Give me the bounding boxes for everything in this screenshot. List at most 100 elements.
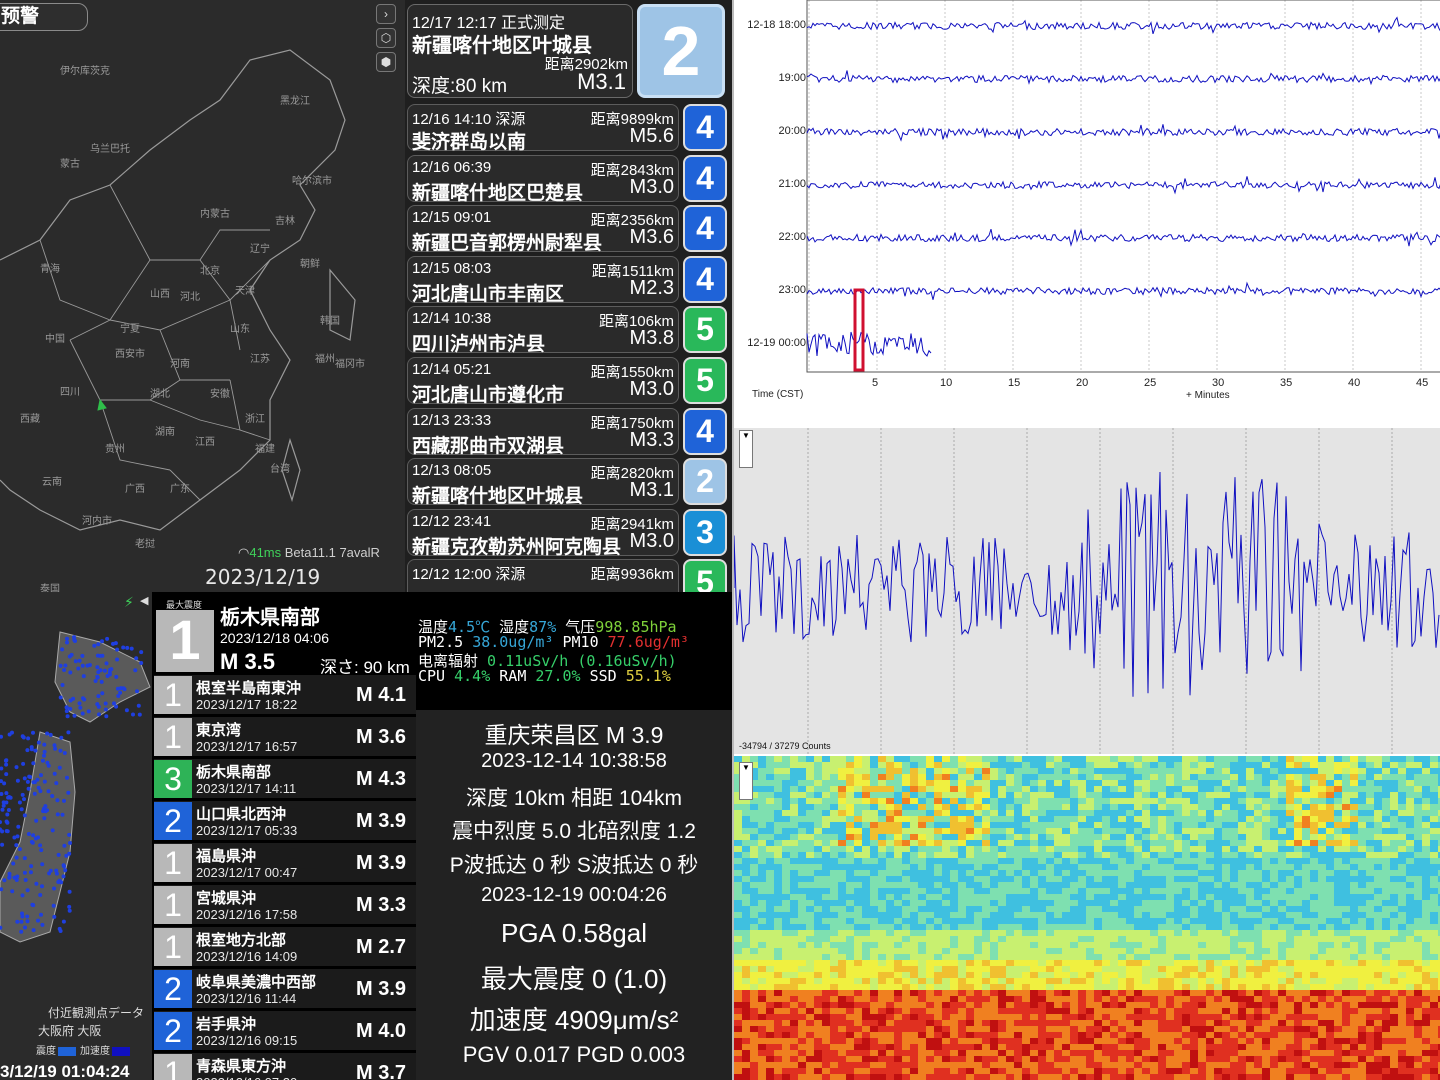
place-label: 朝鲜 (300, 259, 320, 270)
spectrogram-cell (966, 1026, 974, 1032)
spectrogram-cell (1230, 852, 1238, 858)
spectrogram-cell (782, 1032, 790, 1038)
spectrogram-cell (870, 1032, 878, 1038)
cn-quake-row[interactable]: 12/14 05:21 距离1550km 河北唐山市遵化市 M3.0 5 (407, 357, 727, 406)
spectrogram-cell (1422, 996, 1430, 1002)
cn-quake-card[interactable]: 12/14 05:21 距离1550km 河北唐山市遵化市 M3.0 (407, 357, 679, 406)
cn-quake-list[interactable]: 12/17 12:17 正式测定 新疆喀什地区叶城县 距离2902km 深度:8… (405, 0, 732, 592)
spectrogram-cell (1166, 924, 1174, 930)
spectrogram-cell (838, 1032, 846, 1038)
spectrogram-cell (1398, 1038, 1406, 1044)
japan-map-panel[interactable]: ⚡ ◀ 付近観測点データ 大阪府 大阪 震度 加速度 3/12/19 01:04:… (0, 592, 152, 1080)
spectrogram-cell (1398, 948, 1406, 954)
spectrogram-cell (774, 834, 782, 840)
cn-quake-card[interactable]: 12/16 14:10 深源 距离9899km 斐济群岛以南 M5.6 (407, 104, 679, 153)
spectrogram-cell (1166, 756, 1174, 762)
spectrogram-cell (1294, 882, 1302, 888)
spectrogram-cell (1070, 834, 1078, 840)
china-map-panel[interactable]: 伊尔库茨克 乌兰巴托 蒙古 黑龙江 哈尔滨市 吉林 内蒙古 辽宁 北京 朝鲜 韩国 天津 河北 山西 宁夏西… (0, 0, 405, 592)
cn-quake-card[interactable]: 12/13 08:05 距离2820km 新疆喀什地区叶城县 M3.1 (407, 458, 679, 507)
cn-quake-row[interactable]: 12/13 23:33 距离1750km 西藏那曲市双湖县 M3.3 4 (407, 407, 727, 457)
cn-quake-card[interactable]: 12/16 06:39 距离2843km 新疆喀什地区巴楚县 M3.0 (407, 154, 679, 204)
quake-distance: 距离9936km (590, 566, 674, 584)
spectrogram-cell (1430, 834, 1438, 840)
spectrogram-plot[interactable] (734, 756, 1440, 1080)
spectrogram-cell (982, 888, 990, 894)
spectrogram-cell (1302, 858, 1310, 864)
spectrogram-cell (1126, 1044, 1134, 1050)
spectrogram-cell (1262, 1002, 1270, 1008)
cn-quake-card[interactable]: 12/15 08:03 距离1511km 河北唐山市丰南区 M2.3 (407, 255, 679, 305)
alert-mode-button[interactable]: 预警 (0, 3, 88, 31)
waveform-panel[interactable]: ▼ -34794 / 37279 Counts (732, 408, 1440, 756)
spectrogram-cell (1374, 1008, 1382, 1014)
spectrogram-cell (1134, 900, 1142, 906)
cn-quake-card[interactable]: 12/12 23:41 距离2941km 新疆克孜勒苏州阿克陶县 M3.0 (407, 508, 679, 558)
spectrogram-cell (1102, 972, 1110, 978)
jma-quake-row[interactable]: 3 栃木県南部 2023/12/17 14:11 M 4.3 (154, 758, 416, 798)
spectrogram-cell (766, 948, 774, 954)
waveform-marker-handle[interactable]: ▼ (739, 430, 753, 468)
cn-quake-card[interactable]: 12/13 23:33 距离1750km 西藏那曲市双湖县 M3.3 (407, 407, 679, 457)
station-dot (53, 746, 58, 751)
jma-quake-list[interactable]: 最大震度 1 栃木県南部 2023/12/18 04:06 M 3.5 深さ: … (152, 592, 416, 1080)
cn-quake-card[interactable]: 12/15 09:01 距离2356km 新疆巴音郭楞州尉犁县 M3.6 (407, 205, 679, 254)
spectrogram-cell (1334, 1014, 1342, 1020)
cn-quake-row[interactable]: 12/12 12:00 深源 距离9936km 5 (407, 559, 727, 592)
jma-quake-row[interactable]: 1 福島県沖 2023/12/17 00:47 M 3.9 (154, 842, 416, 882)
spectrogram-cell (918, 822, 926, 828)
spectrogram-cell (1030, 984, 1038, 990)
china-map[interactable] (0, 0, 405, 592)
spectrogram-cell (1134, 792, 1142, 798)
spectrogram-cell (974, 804, 982, 810)
jma-quake-row[interactable]: 2 岩手県沖 2023/12/16 09:15 M 4.0 (154, 1010, 416, 1050)
jma-latest-card[interactable]: 最大震度 1 栃木県南部 2023/12/18 04:06 M 3.5 深さ: … (154, 596, 416, 677)
waveform-plot[interactable] (734, 408, 1440, 756)
cn-quake-row[interactable]: 12/15 09:01 距离2356km 新疆巴音郭楞州尉犁县 M3.6 4 (407, 205, 727, 254)
spectrogram-cell (814, 1038, 822, 1044)
spectrogram-cell (998, 834, 1006, 840)
spectrogram-cell (974, 1014, 982, 1020)
expand-button[interactable]: › (376, 4, 396, 24)
jma-quake-row[interactable]: 1 東京湾 2023/12/17 16:57 M 3.6 (154, 716, 416, 756)
jma-quake-row[interactable]: 1 根室半島南東沖 2023/12/17 18:22 M 4.1 (154, 674, 416, 714)
cn-quake-card[interactable]: 12/12 12:00 深源 距离9936km (407, 559, 679, 592)
spectrogram-cell (1198, 1008, 1206, 1014)
spectrogram-cell (782, 852, 790, 858)
latest-quake-card[interactable]: 12/17 12:17 正式测定 新疆喀什地区叶城县 距离2902km 深度:8… (407, 4, 633, 98)
spectrogram-cell (1390, 918, 1398, 924)
helicorder-plot[interactable] (734, 0, 1440, 408)
spectrogram-cell (1334, 978, 1342, 984)
cn-quake-row[interactable]: 12/16 06:39 距离2843km 新疆喀什地区巴楚县 M3.0 4 (407, 154, 727, 204)
spectrogram-cell (1078, 984, 1086, 990)
spectrogram-cell (1294, 840, 1302, 846)
spectrogram-cell (1110, 924, 1118, 930)
cn-quake-row[interactable]: 12/16 14:10 深源 距离9899km 斐济群岛以南 M5.6 4 (407, 104, 727, 153)
jma-quake-row[interactable]: 2 岐阜県美濃中西部 2023/12/16 11:44 M 3.9 (154, 968, 416, 1008)
spectrogram-cell (1246, 810, 1254, 816)
station-dot (62, 751, 67, 755)
spectrogram-cell (1006, 954, 1014, 960)
helicorder-x-tick: 15 (1008, 377, 1021, 389)
cn-quake-card[interactable]: 12/14 10:38 距离106km 四川泸州市泸县 M3.8 (407, 306, 679, 355)
spectrogram-panel[interactable]: ▼ (732, 756, 1440, 1080)
spectrogram-cell (942, 978, 950, 984)
spectrogram-cell (1190, 1032, 1198, 1038)
settings-icon[interactable]: ⬢ (376, 52, 396, 72)
spectrogram-cell (846, 1008, 854, 1014)
cn-quake-row[interactable]: 12/13 08:05 距离2820km 新疆喀什地区叶城县 M3.1 2 (407, 458, 727, 507)
cn-quake-row[interactable]: 12/15 08:03 距离1511km 河北唐山市丰南区 M2.3 4 (407, 255, 727, 305)
jma-quake-row[interactable]: 1 根室地方北部 2023/12/16 14:09 M 2.7 (154, 926, 416, 966)
cn-quake-row[interactable]: 12/12 23:41 距离2941km 新疆克孜勒苏州阿克陶县 M3.0 3 (407, 508, 727, 558)
spectrogram-cell (1302, 936, 1310, 942)
collapse-icon[interactable]: ◀ (140, 594, 148, 607)
3d-view-icon[interactable]: ⬡ (376, 28, 396, 48)
cn-quake-row[interactable]: 12/14 10:38 距离106km 四川泸州市泸县 M3.8 5 (407, 306, 727, 355)
jma-quake-row[interactable]: 1 宮城県沖 2023/12/16 17:58 M 3.3 (154, 884, 416, 924)
jma-quake-row[interactable]: 1青森県東方沖2023/12/16 07:20M 3.7 (154, 1052, 416, 1080)
spectrogram-cell (1014, 966, 1022, 972)
jma-quake-row[interactable]: 2 山口県北西沖 2023/12/17 05:33 M 3.9 (154, 800, 416, 840)
spectrogram-cell (1342, 756, 1350, 762)
helicorder-panel[interactable]: 12-18 18:00 19:00 20:00 21:00 22:00 23:00 12-1… (732, 0, 1440, 408)
spectrogram-cell (1190, 870, 1198, 876)
